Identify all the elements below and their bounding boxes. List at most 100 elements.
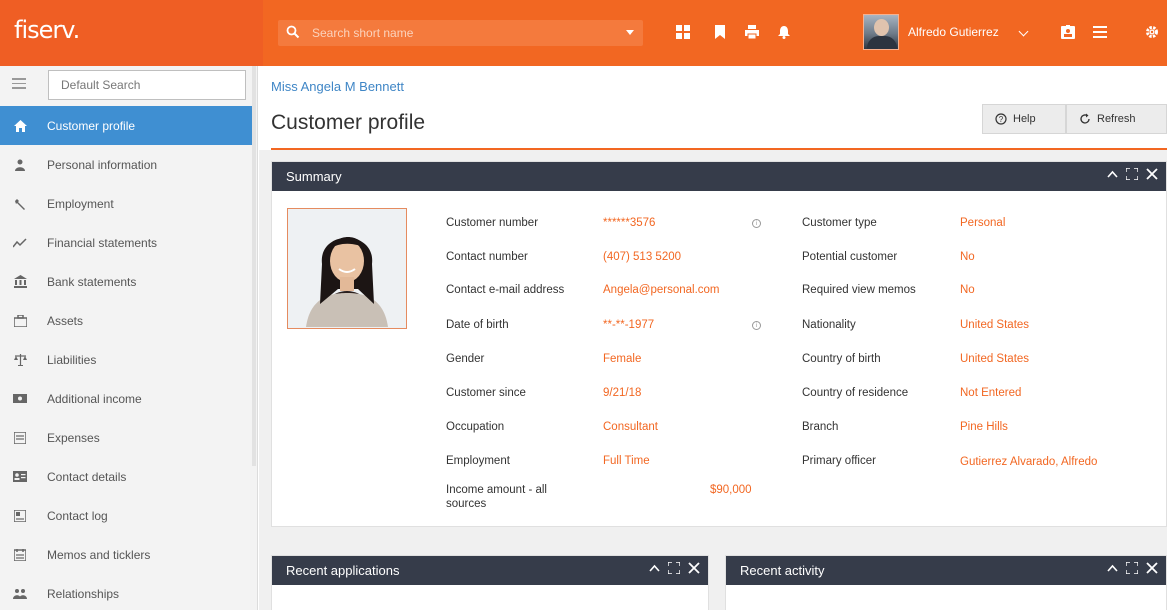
help-icon: ? xyxy=(995,113,1007,125)
gear-icon[interactable] xyxy=(1142,22,1162,42)
summary-panel: Summary Customer number ******3576 i Con… xyxy=(271,161,1167,527)
sidebar-item-memos-and-ticklers[interactable]: Memos and ticklers xyxy=(0,535,252,574)
sidebar-item-customer-profile[interactable]: Customer profile xyxy=(0,106,252,145)
occupation-value: Consultant xyxy=(603,421,658,433)
sidebar-item-additional-income[interactable]: Additional income xyxy=(0,379,252,418)
primary-officer-value[interactable]: Gutierrez Alvarado, Alfredo xyxy=(960,455,1100,469)
info-icon[interactable]: i xyxy=(752,321,761,330)
refresh-icon xyxy=(1080,113,1090,124)
close-icon[interactable] xyxy=(688,562,700,574)
expand-icon[interactable] xyxy=(1126,562,1138,574)
sidebar-item-contact-details[interactable]: Contact details xyxy=(0,457,252,496)
refresh-button[interactable]: Refresh xyxy=(1066,104,1167,134)
sidebar-item-label: Employment xyxy=(47,196,114,211)
sidebar-item-relationships[interactable]: Relationships xyxy=(0,574,252,610)
contact-card-icon xyxy=(12,469,28,485)
expand-icon[interactable] xyxy=(668,562,680,574)
sidebar-item-assets[interactable]: Assets xyxy=(0,301,252,340)
receipt-icon xyxy=(12,430,28,446)
nationality-label: Nationality xyxy=(802,319,856,331)
help-button[interactable]: ? Help xyxy=(982,104,1066,134)
panel-title: Summary xyxy=(286,169,342,184)
country-of-residence-value: Not Entered xyxy=(960,387,1022,399)
user-avatar[interactable] xyxy=(863,14,899,50)
customer-type-value: Personal xyxy=(960,217,1006,229)
customer-number-value: ******3576 xyxy=(603,217,656,229)
sidebar-item-liabilities[interactable]: Liabilities xyxy=(0,340,252,379)
user-menu-chevron-down-icon[interactable] xyxy=(1018,26,1029,37)
contact-email-value[interactable]: Angela@personal.com xyxy=(603,284,720,296)
panel-title: Recent applications xyxy=(286,563,400,578)
sidebar-item-financial-statements[interactable]: Financial statements xyxy=(0,223,252,262)
sidebar-item-label: Bank statements xyxy=(47,274,137,289)
help-label: Help xyxy=(1013,113,1036,125)
search-input[interactable] xyxy=(312,24,612,42)
info-icon[interactable]: i xyxy=(752,219,761,228)
sidebar-item-contact-log[interactable]: Contact log xyxy=(0,496,252,535)
contact-email-label: Contact e-mail address xyxy=(446,284,565,296)
employment-value: Full Time xyxy=(603,455,650,467)
main-content: Miss Angela M Bennett Customer profile ?… xyxy=(259,66,1167,610)
svg-text:?: ? xyxy=(999,115,1004,124)
sidebar-item-label: Expenses xyxy=(47,430,100,445)
panel-controls xyxy=(649,562,700,574)
summary-panel-header: Summary xyxy=(272,162,1166,191)
sidebar-item-label: Assets xyxy=(47,313,84,328)
date-of-birth-value: **-**-1977 xyxy=(603,319,655,331)
trend-icon xyxy=(12,235,28,251)
sidebar-item-label: Customer profile xyxy=(47,118,136,133)
collapse-chevron-up-icon[interactable] xyxy=(649,564,660,572)
close-icon[interactable] xyxy=(1146,562,1158,574)
cash-icon xyxy=(12,391,28,407)
menu-icon[interactable] xyxy=(12,78,26,90)
gender-label: Gender xyxy=(446,353,485,365)
primary-officer-label: Primary officer xyxy=(802,455,876,467)
branch-label: Branch xyxy=(802,421,839,433)
expand-icon[interactable] xyxy=(1126,168,1138,180)
bell-icon[interactable] xyxy=(774,22,794,42)
fiserv-logo[interactable]: fiserv. xyxy=(14,16,80,44)
list-icon[interactable] xyxy=(1090,22,1110,42)
collapse-chevron-up-icon[interactable] xyxy=(1107,170,1118,178)
calendar-icon xyxy=(12,547,28,563)
sidebar-scrollbar[interactable] xyxy=(252,66,256,466)
panel-controls xyxy=(1107,168,1158,180)
print-icon[interactable] xyxy=(742,22,762,42)
sidebar-item-label: Memos and ticklers xyxy=(47,547,151,562)
sidebar-item-personal-information[interactable]: Personal information xyxy=(0,145,252,184)
default-search-field[interactable] xyxy=(48,70,246,100)
sidebar-item-expenses[interactable]: Expenses xyxy=(0,418,252,457)
breadcrumb[interactable]: Miss Angela M Bennett xyxy=(271,79,404,94)
collapse-chevron-up-icon[interactable] xyxy=(1107,564,1118,572)
contact-number-value[interactable]: (407) 513 5200 xyxy=(603,251,681,263)
bookmark-icon[interactable] xyxy=(710,22,730,42)
header-divider xyxy=(271,148,1167,150)
log-icon xyxy=(12,508,28,524)
country-of-residence-label: Country of residence xyxy=(802,387,909,399)
scale-icon xyxy=(12,352,28,368)
recent-activity-panel: Recent activity xyxy=(725,555,1167,610)
panel-title: Recent activity xyxy=(740,563,825,578)
short-name-search[interactable] xyxy=(278,20,643,46)
gender-value: Female xyxy=(603,353,642,365)
page-header: Miss Angela M Bennett Customer profile ?… xyxy=(259,66,1167,150)
customer-type-label: Customer type xyxy=(802,217,877,229)
user-name[interactable]: Alfredo Gutierrez xyxy=(908,25,999,39)
recent-activity-header: Recent activity xyxy=(726,556,1166,585)
top-bar: fiserv. Alfredo Gutierrez xyxy=(0,0,1167,66)
required-view-memos-value: No xyxy=(960,284,975,296)
sidebar-item-employment[interactable]: Employment xyxy=(0,184,252,223)
close-icon[interactable] xyxy=(1146,168,1158,180)
id-card-icon[interactable] xyxy=(1058,22,1078,42)
dashboard-icon[interactable] xyxy=(673,22,693,42)
sidebar-item-label: Financial statements xyxy=(47,235,158,250)
recent-applications-panel: Recent applications xyxy=(271,555,709,610)
country-of-birth-value: United States xyxy=(960,353,1030,365)
search-dropdown-caret-icon[interactable] xyxy=(626,30,634,35)
sidebar-item-bank-statements[interactable]: Bank statements xyxy=(0,262,252,301)
sidebar-item-label: Liabilities xyxy=(47,352,97,367)
employment-label: Employment xyxy=(446,455,510,467)
home-icon xyxy=(12,118,28,134)
potential-customer-label: Potential customer xyxy=(802,251,898,263)
income-amount-value: $90,000 xyxy=(710,484,752,496)
